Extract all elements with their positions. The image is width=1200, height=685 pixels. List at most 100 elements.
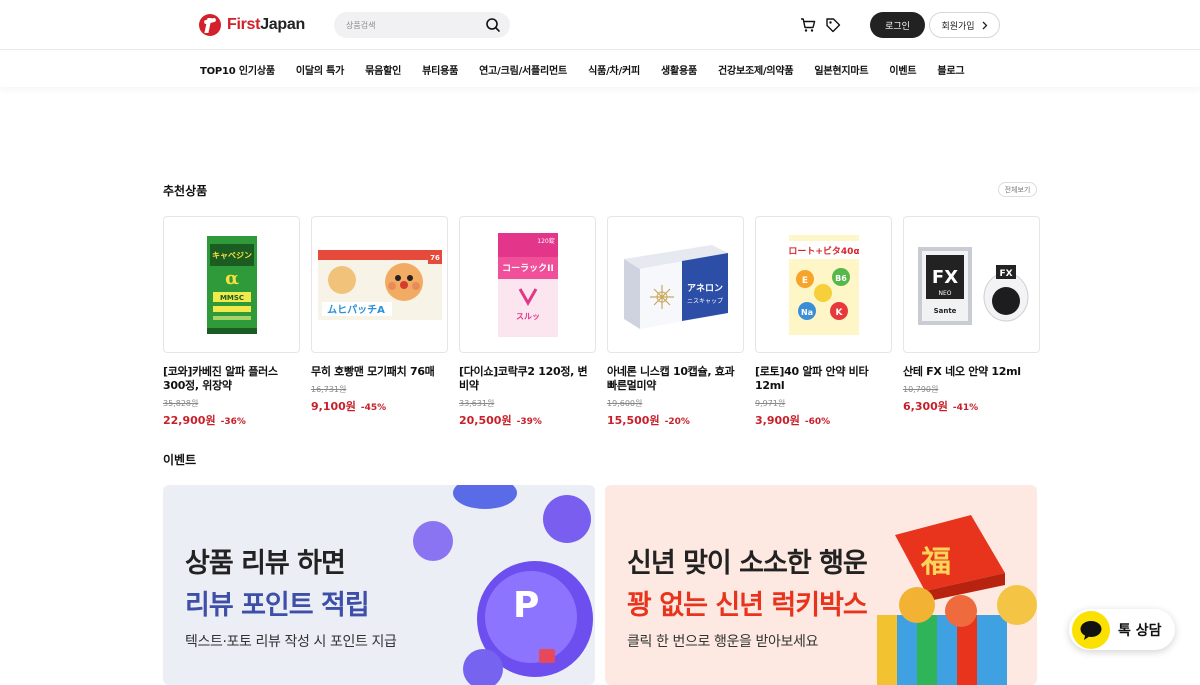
nav-item-food[interactable]: 식품/차/커피: [588, 62, 640, 77]
nav-item-japan-mart[interactable]: 일본현지마트: [814, 62, 868, 77]
banner-highlight: 꽝 없는 신년 럭키박스: [627, 590, 868, 621]
discount-rate: -60%: [804, 417, 831, 427]
product-card[interactable]: 120錠 コーラックII スルッ [다이쇼]코락쿠2 120정, 변비약 33,…: [459, 216, 596, 428]
svg-text:FX: FX: [999, 269, 1012, 279]
svg-text:76: 76: [430, 254, 440, 262]
svg-text:α: α: [225, 268, 239, 289]
logo-mark-icon: [199, 14, 221, 36]
product-name: [코와]카베진 알파 플러스 300정, 위장약: [163, 365, 278, 392]
price-line: 15,500원 -20%: [607, 412, 744, 428]
product-card[interactable]: ロート+ビタ40α E B6 Na K [로토]40 알파 안약 비타 12ml…: [755, 216, 892, 428]
svg-text:B6: B6: [835, 274, 847, 283]
product-card[interactable]: FX NEO Sante FX 산테 FX 네오 안약 12ml 10,790원…: [903, 216, 1040, 428]
banner-subtitle: 클릭 한 번으로 행운을 받아보세요: [627, 634, 818, 650]
product-image: キャベジン α MMSC: [163, 216, 300, 353]
logo-text: FirstJapan: [227, 16, 305, 33]
header: FirstJapan 로그인 회원가입: [0, 0, 1200, 50]
lucky-box-banner[interactable]: 福 신년 맞이 소소한 행운 꽝 없는 신년 럭키박스 클릭 한 번으로 행운을…: [605, 485, 1037, 685]
chat-bubble-icon: [1072, 610, 1110, 649]
login-button[interactable]: 로그인: [870, 12, 925, 38]
product-card[interactable]: キャベジン α MMSC [코와]카베진 알파 플러스 300정, 위장약 35…: [163, 216, 300, 428]
svg-text:ロート+ビタ40α: ロート+ビタ40α: [789, 245, 859, 257]
recommended-section-title: 추천상품: [163, 184, 208, 198]
original-price: 16,731원: [311, 385, 347, 394]
sale-price: 3,900원: [755, 414, 800, 427]
sale-price: 20,500원: [459, 414, 512, 427]
svg-text:キャベジン: キャベジン: [212, 251, 252, 260]
signup-button[interactable]: 회원가입: [929, 12, 1000, 38]
svg-text:スルッ: スルッ: [516, 312, 540, 321]
svg-text:Sante: Sante: [933, 307, 956, 315]
banner-subtitle: 텍스트·포토 리뷰 작성 시 포인트 지급: [185, 634, 397, 650]
nav-item-living[interactable]: 생활용품: [661, 62, 697, 77]
svg-text:K: K: [835, 308, 843, 318]
signup-label: 회원가입: [941, 21, 975, 32]
svg-text:ムヒパッチA: ムヒパッチA: [327, 304, 385, 316]
product-name: [다이쇼]코락쿠2 120정, 변비약: [459, 365, 588, 392]
svg-text:ニスキャップ: ニスキャップ: [686, 298, 722, 305]
chat-label: 톡 상담: [1118, 622, 1162, 639]
logo[interactable]: FirstJapan: [199, 13, 305, 37]
nav-item-blog[interactable]: 블로그: [937, 62, 964, 77]
product-image: 76 ムヒパッチA: [311, 216, 448, 353]
sale-price: 22,900원: [163, 414, 216, 427]
price-line: 9,100원 -45%: [311, 398, 448, 414]
review-point-banner[interactable]: P 상품 리뷰 하면 리뷰 포인트 적립 텍스트·포토 리뷰 작성 시 포인트 …: [163, 485, 595, 685]
event-section-title: 이벤트: [163, 453, 197, 467]
product-name: [로토]40 알파 안약 비타 12ml: [755, 365, 869, 392]
product-image: アネロン ニスキャップ: [607, 216, 744, 353]
main-nav: TOP10 인기상품 이달의 특가 묶음할인 뷰티용품 연고/크림/서플리먼트 …: [0, 51, 1200, 87]
nav-item-beauty[interactable]: 뷰티용품: [422, 62, 458, 77]
sale-price: 15,500원: [607, 414, 660, 427]
discount-rate: -36%: [220, 417, 246, 427]
cart-icon[interactable]: [799, 16, 817, 34]
price-line: 3,900원 -60%: [755, 412, 892, 428]
svg-text:コーラックII: コーラックII: [502, 263, 554, 274]
original-price: 10,790원: [903, 385, 939, 394]
kakao-chat-button[interactable]: 톡 상담: [1069, 609, 1175, 650]
price-line: 22,900원 -36%: [163, 412, 300, 428]
nav-item-bundle-discount[interactable]: 묶음할인: [365, 62, 401, 77]
banner-headline: 상품 리뷰 하면: [185, 548, 346, 579]
chevron-right-icon: [982, 21, 987, 29]
view-all-button[interactable]: 전체보기: [998, 182, 1037, 197]
nav-item-top10[interactable]: TOP10 인기상품: [200, 62, 275, 77]
banner-headline: 신년 맞이 소소한 행운: [627, 548, 868, 579]
discount-rate: -41%: [952, 403, 979, 413]
sale-price: 9,100원: [311, 400, 356, 413]
product-image: 120錠 コーラックII スルッ: [459, 216, 596, 353]
product-name: 무히 호빵맨 모기패치 76매: [311, 365, 435, 378]
coupon-tag-icon[interactable]: [824, 16, 842, 34]
product-list: キャベジン α MMSC [코와]카베진 알파 플러스 300정, 위장약 35…: [163, 216, 1040, 428]
svg-text:Na: Na: [800, 308, 812, 317]
product-image: ロート+ビタ40α E B6 Na K: [755, 216, 892, 353]
price-line: 20,500원 -39%: [459, 412, 596, 428]
svg-text:アネロン: アネロン: [686, 283, 722, 294]
search-icon[interactable]: [485, 17, 501, 33]
original-price: 9,971원: [755, 399, 786, 408]
product-card[interactable]: 76 ムヒパッチA 무히 호빵맨 모기패치 76매 16,731원 9,100원…: [311, 216, 448, 428]
svg-text:E: E: [801, 276, 807, 286]
product-name: 산테 FX 네오 안약 12ml: [903, 365, 1021, 378]
discount-rate: -39%: [516, 417, 542, 427]
banner-highlight: 리뷰 포인트 적립: [185, 590, 370, 621]
nav-item-monthly-deal[interactable]: 이달의 특가: [296, 62, 344, 77]
search-bar: [334, 12, 510, 38]
svg-text:NEO: NEO: [938, 290, 951, 297]
original-price: 35,828원: [163, 399, 199, 408]
nav-item-event[interactable]: 이벤트: [889, 62, 916, 77]
svg-text:FX: FX: [931, 267, 957, 288]
fortune-badge: 福: [921, 545, 951, 580]
product-card[interactable]: アネロン ニスキャップ 아네론 니스캡 10캡슐, 효과빠른멀미약 19,600…: [607, 216, 744, 428]
nav-item-health[interactable]: 건강보조제/의약품: [718, 62, 794, 77]
product-name: 아네론 니스캡 10캡슐, 효과빠른멀미약: [607, 365, 735, 392]
price-line: 6,300원 -41%: [903, 398, 1040, 414]
sale-price: 6,300원: [903, 400, 948, 413]
search-input[interactable]: [346, 16, 476, 34]
svg-text:MMSC: MMSC: [219, 294, 243, 302]
original-price: 19,600원: [607, 399, 643, 408]
svg-text:120錠: 120錠: [537, 237, 554, 245]
nav-item-ointment[interactable]: 연고/크림/서플리먼트: [479, 62, 567, 77]
original-price: 33,631원: [459, 399, 495, 408]
point-badge: P: [513, 585, 540, 626]
